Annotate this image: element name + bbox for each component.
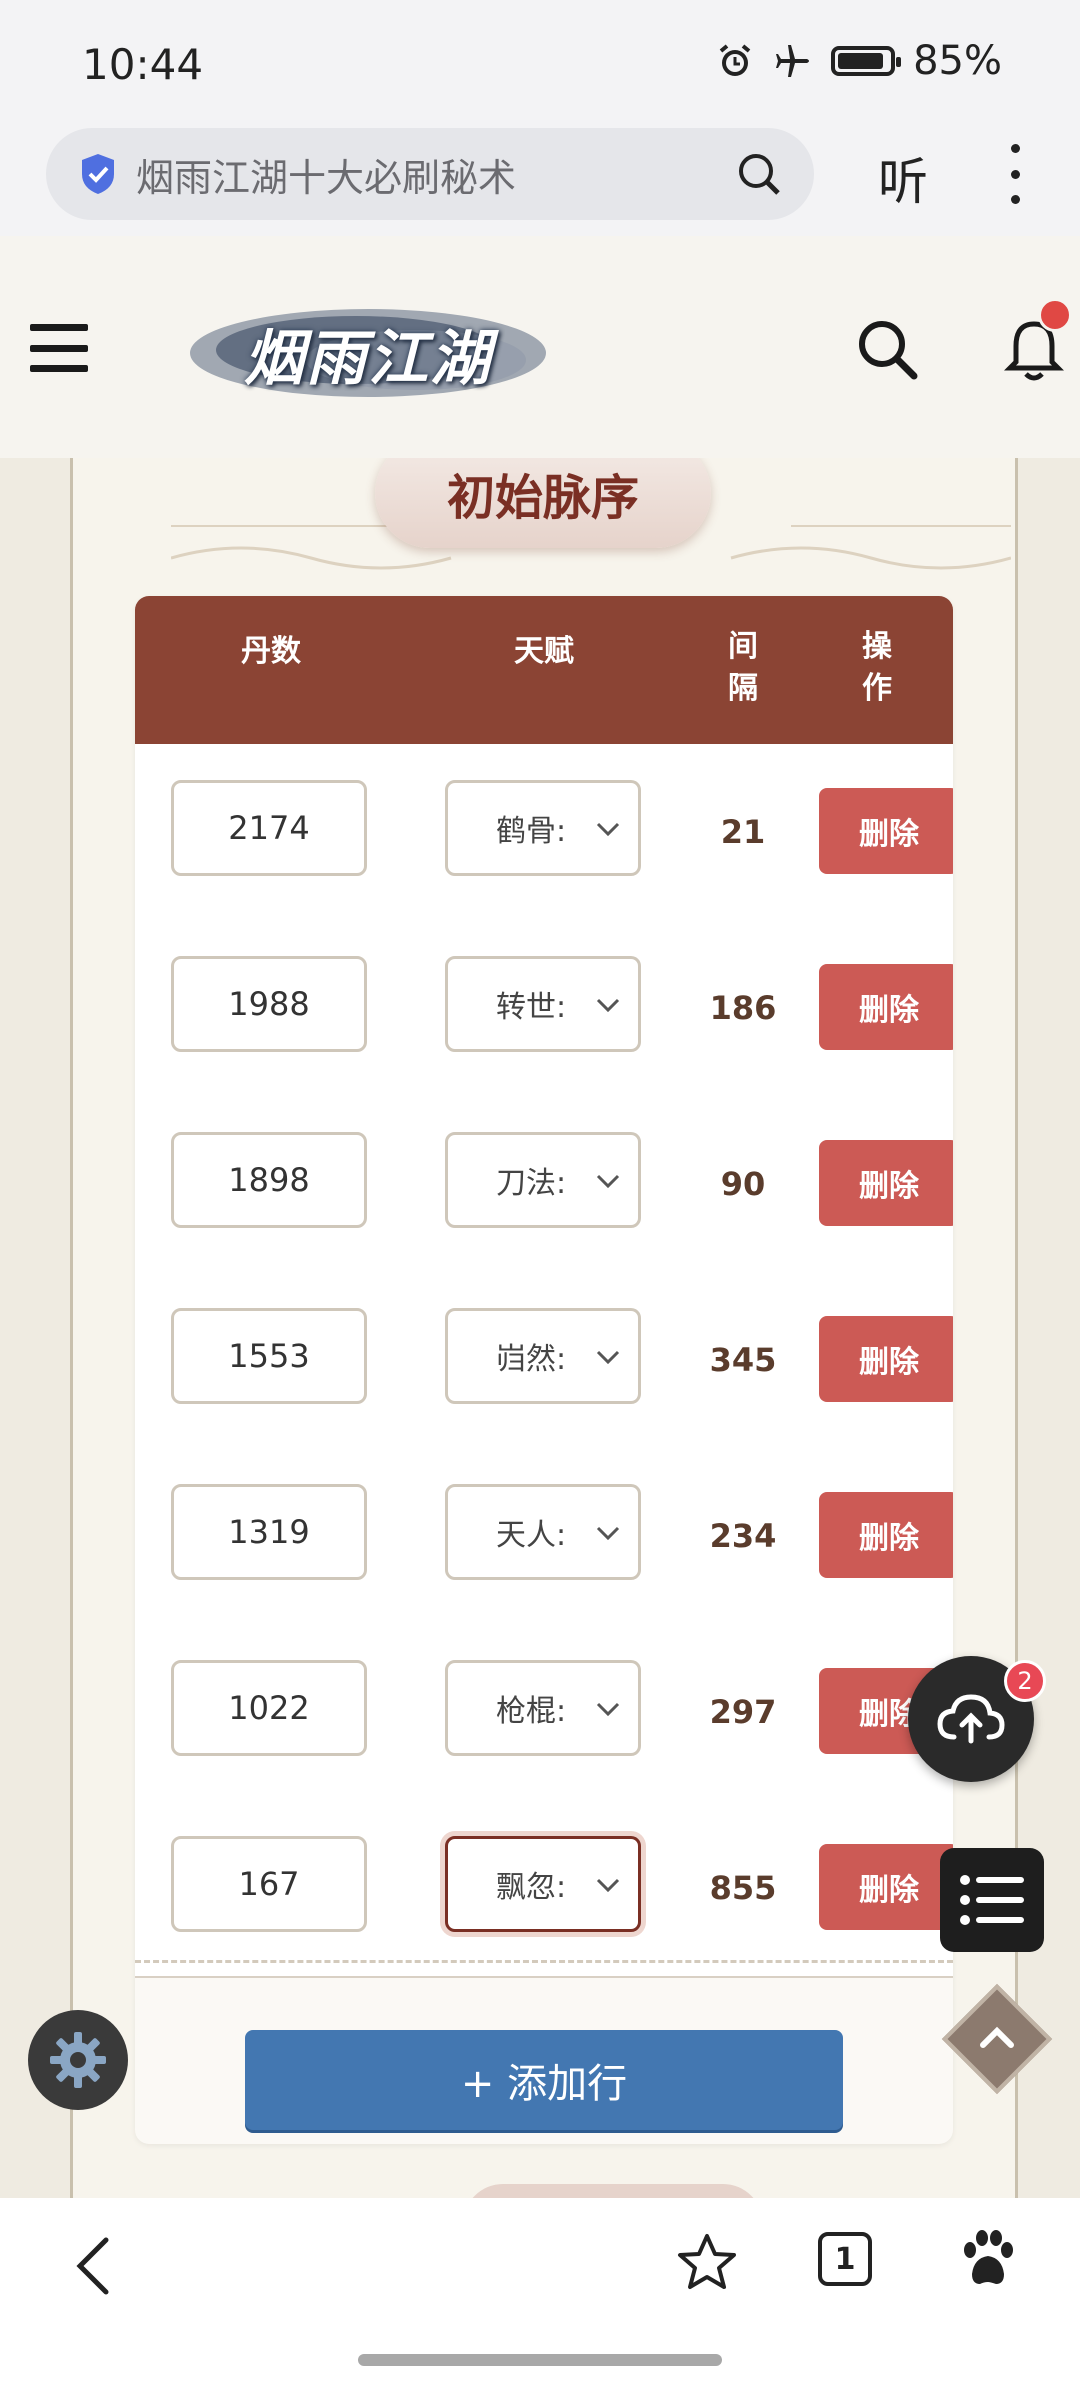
dan-input[interactable]: 167 [171, 1836, 367, 1932]
delete-button[interactable]: 删除 [819, 1844, 953, 1930]
header-op: 操 作 [862, 629, 892, 706]
gap-value: 21 [720, 813, 766, 851]
delete-button[interactable]: 删除 [819, 1316, 953, 1402]
delete-button[interactable]: 删除 [819, 1492, 953, 1578]
notification-dot [1038, 298, 1072, 332]
dan-input[interactable]: 1898 [171, 1132, 367, 1228]
tianfu-select[interactable]: 枪棍: [445, 1660, 641, 1756]
hamburger-menu-icon[interactable] [30, 324, 88, 372]
table-row: 1553 岿然: 345 删除 [135, 1272, 953, 1450]
tianfu-select[interactable]: 刀法: [445, 1132, 641, 1228]
tianfu-value: 飘忽: [496, 1870, 567, 1905]
bookmark-star-icon[interactable] [676, 2232, 738, 2296]
battery-icon [831, 46, 902, 76]
tianfu-select[interactable]: 转世: [445, 956, 641, 1052]
tianfu-value: 鹤骨: [496, 814, 567, 849]
tianfu-value: 转世: [496, 990, 567, 1025]
more-menu-icon[interactable] [1000, 144, 1030, 204]
home-indicator [358, 2354, 722, 2366]
back-arrow-icon[interactable] [68, 2234, 118, 2302]
site-logo[interactable]: 烟雨江湖 [186, 298, 550, 408]
chevron-up-icon [980, 2026, 1014, 2048]
chevron-down-icon [596, 1350, 620, 1365]
table-row: 1319 天人: 234 删除 [135, 1448, 953, 1626]
cloud-upload-icon [937, 1694, 1005, 1744]
tianfu-value: 岿然: [496, 1342, 567, 1377]
table-row: 1022 枪棍: 297 删除 [135, 1624, 953, 1802]
address-text: 烟雨江湖十大必刷秘术 [136, 155, 517, 200]
list-icon [960, 1875, 1024, 1925]
gear-icon [50, 2032, 106, 2088]
status-time: 10:44 [82, 40, 204, 89]
site-header: 烟雨江湖 [0, 236, 1080, 458]
chevron-down-icon [596, 1878, 620, 1893]
pulse-order-table: 丹数 天赋 间 隔 操 作 2174 鹤骨: 21 删除 1988 转世: 18… [135, 596, 953, 2144]
header-tianfu: 天赋 [514, 634, 574, 669]
divider [135, 1960, 953, 1963]
settings-button[interactable] [28, 2010, 128, 2110]
dan-input[interactable]: 1022 [171, 1660, 367, 1756]
chevron-down-icon [596, 822, 620, 837]
dan-input[interactable]: 1553 [171, 1308, 367, 1404]
gap-value: 90 [720, 1165, 766, 1203]
tabs-count-button[interactable]: 1 [818, 2232, 872, 2286]
dan-input[interactable]: 1988 [171, 956, 367, 1052]
dan-input[interactable]: 1319 [171, 1484, 367, 1580]
listen-button[interactable]: 听 [878, 142, 928, 214]
tianfu-select[interactable]: 天人: [445, 1484, 641, 1580]
add-row-button[interactable]: + 添加行 [245, 2030, 843, 2130]
gap-value: 297 [709, 1693, 777, 1731]
delete-button[interactable]: 删除 [819, 1140, 953, 1226]
tianfu-value: 天人: [496, 1518, 567, 1553]
site-search-icon[interactable] [856, 318, 918, 384]
content-panel: 初始脉序 丹数 天赋 间 隔 操 作 2174 鹤骨: 21 删除 1988 转… [70, 458, 1018, 2198]
table-row: 1988 转世: 186 删除 [135, 920, 953, 1098]
browser-address-bar: 烟雨江湖十大必刷秘术 听 [0, 128, 1080, 236]
gap-value: 345 [709, 1341, 777, 1379]
address-search-box[interactable]: 烟雨江湖十大必刷秘术 [46, 128, 814, 220]
tianfu-select[interactable]: 飘忽: [445, 1836, 641, 1932]
alarm-icon [715, 41, 755, 81]
status-bar: 10:44 85% [0, 0, 1080, 128]
section-title: 初始脉序 [375, 458, 711, 548]
status-icons: 85% [715, 38, 1002, 84]
logo-text: 烟雨江湖 [244, 323, 492, 394]
main-content: 初始脉序 丹数 天赋 间 隔 操 作 2174 鹤骨: 21 删除 1988 转… [0, 458, 1080, 2198]
chevron-down-icon [596, 998, 620, 1013]
tianfu-value: 刀法: [496, 1166, 567, 1201]
delete-button[interactable]: 删除 [819, 788, 953, 874]
table-row: 1898 刀法: 90 删除 [135, 1096, 953, 1274]
delete-button[interactable]: 删除 [819, 964, 953, 1050]
header-dan: 丹数 [241, 634, 301, 669]
next-section-title [463, 2184, 763, 2198]
chevron-down-icon [596, 1174, 620, 1189]
dan-input[interactable]: 2174 [171, 780, 367, 876]
table-header: 丹数 天赋 间 隔 操 作 [135, 596, 953, 744]
gap-value: 234 [709, 1517, 777, 1555]
tianfu-select[interactable]: 岿然: [445, 1308, 641, 1404]
table-row: 2174 鹤骨: 21 删除 [135, 744, 953, 922]
chevron-down-icon [596, 1702, 620, 1717]
tianfu-select[interactable]: 鹤骨: [445, 780, 641, 876]
gap-value: 186 [709, 989, 777, 1027]
shield-icon [78, 151, 118, 197]
list-menu-button[interactable] [940, 1848, 1044, 1952]
gap-value: 855 [709, 1869, 777, 1907]
tianfu-value: 枪棍: [496, 1694, 567, 1729]
upload-badge: 2 [1004, 1660, 1046, 1702]
battery-percent: 85% [913, 38, 1002, 84]
chevron-down-icon [596, 1526, 620, 1541]
table-row: 167 飘忽: 855 删除 [135, 1800, 953, 1978]
search-icon[interactable] [734, 149, 784, 199]
baidu-paw-icon[interactable] [960, 2228, 1016, 2292]
header-gap: 间 隔 [728, 629, 758, 706]
airplane-icon [773, 41, 813, 81]
